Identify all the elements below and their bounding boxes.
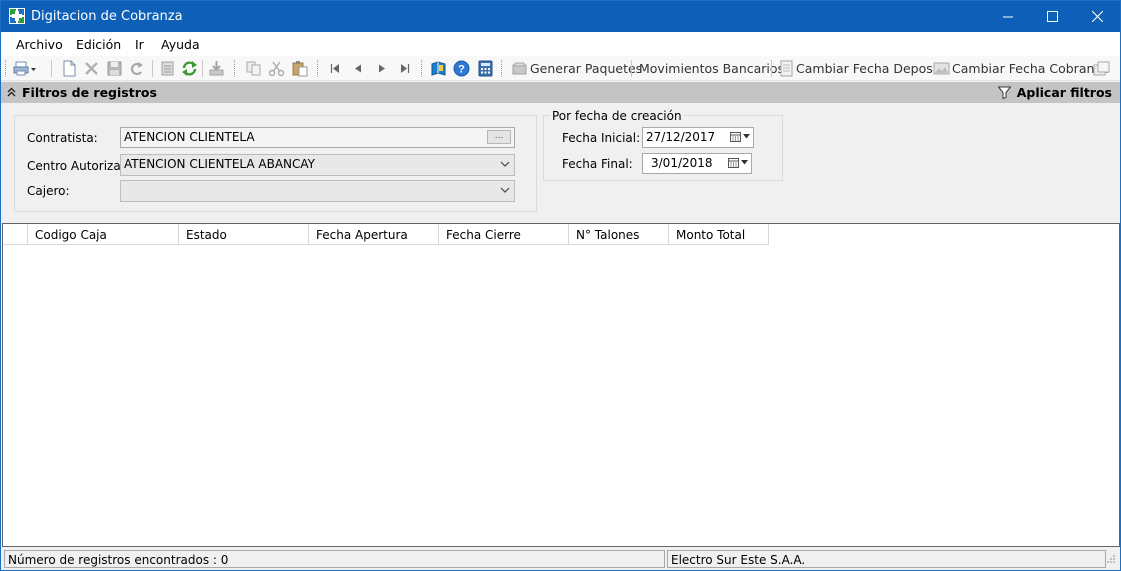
dropdown-arrow-icon — [741, 160, 748, 165]
image-icon — [933, 62, 950, 75]
fecha-inicial-picker[interactable]: 27/12/2017 — [642, 127, 754, 148]
copy-icon[interactable] — [245, 60, 262, 77]
menu-ayuda[interactable]: Ayuda — [161, 37, 200, 52]
print-icon[interactable] — [13, 60, 37, 77]
toolbar-grip-4[interactable] — [421, 60, 424, 77]
window-icon[interactable] — [1093, 60, 1110, 77]
maximize-button[interactable] — [1029, 1, 1075, 32]
centro-autorizado-value: ATENCION CLIENTELA ABANCAY — [124, 157, 315, 171]
fecha-inicial-dropdown[interactable] — [730, 131, 750, 142]
delete-icon[interactable] — [83, 60, 100, 77]
contratista-value: ATENCION CLIENTELA — [124, 130, 255, 144]
column-header-codigo-caja[interactable]: Codigo Caja — [28, 224, 179, 245]
toolbar: ? Generar Paquetes Movimientos Bancarios… — [1, 56, 1120, 81]
column-header-fecha-apertura[interactable]: Fecha Apertura — [309, 224, 439, 245]
close-icon — [1091, 11, 1103, 22]
contratista-label: Contratista: — [27, 131, 98, 145]
cajero-select[interactable] — [120, 180, 515, 202]
svg-text:?: ? — [458, 64, 465, 76]
dropdown-arrow-icon — [743, 134, 750, 139]
fecha-inicial-value: 27/12/2017 — [646, 130, 716, 144]
report-icon[interactable] — [159, 60, 176, 77]
filter-header[interactable]: Filtros de registros Aplicar filtros — [1, 82, 1120, 103]
generar-paquetes-button[interactable]: Generar Paquetes — [530, 61, 642, 76]
undo-icon[interactable] — [128, 60, 145, 77]
date-group-title: Por fecha de creación — [550, 109, 684, 123]
collapse-chevron-icon[interactable] — [7, 87, 16, 97]
fecha-final-picker[interactable]: 3/01/2018 — [642, 153, 752, 174]
minimize-icon — [1002, 16, 1013, 18]
maximize-icon — [1046, 11, 1058, 22]
status-company: Electro Sur Este S.A.A. — [667, 550, 1106, 568]
toolbar-grip[interactable] — [5, 60, 8, 77]
book-icon[interactable] — [430, 60, 447, 77]
apply-filters-button[interactable]: Aplicar filtros — [997, 85, 1112, 100]
row-selector-header[interactable] — [3, 224, 28, 245]
new-document-icon[interactable] — [61, 60, 78, 77]
save-icon[interactable] — [106, 60, 123, 77]
toolbar-grip-2[interactable] — [234, 60, 237, 77]
column-header-fecha-cierre[interactable]: Fecha Cierre — [439, 224, 569, 245]
menu-archivo[interactable]: Archivo — [16, 37, 63, 52]
next-record-icon[interactable] — [373, 60, 390, 77]
title-bar: Digitacion de Cobranza — [1, 1, 1120, 32]
filter-header-title: Filtros de registros — [22, 85, 157, 100]
close-button[interactable] — [1074, 1, 1120, 32]
toolbar-grip-5[interactable] — [501, 60, 504, 77]
apply-filters-label: Aplicar filtros — [1016, 85, 1112, 100]
toolbar-grip-3[interactable] — [317, 60, 320, 77]
help-icon[interactable]: ? — [453, 60, 470, 77]
document-icon — [780, 60, 793, 77]
packages-icon — [512, 62, 527, 75]
last-record-icon[interactable] — [396, 60, 413, 77]
cut-icon[interactable] — [268, 60, 285, 77]
menu-ir[interactable]: Ir — [135, 37, 144, 52]
data-grid[interactable]: Codigo Caja Estado Fecha Apertura Fecha … — [2, 223, 1120, 547]
window-title: Digitacion de Cobranza — [31, 9, 183, 24]
calendar-icon — [730, 132, 741, 142]
cambiar-fecha-deposito-button[interactable]: Cambiar Fecha Deposito — [796, 61, 949, 76]
fecha-final-value: 3/01/2018 — [651, 156, 713, 170]
fecha-inicial-label: Fecha Inicial: — [562, 131, 641, 145]
app-icon — [9, 8, 25, 24]
calendar-icon — [728, 158, 739, 168]
paste-icon[interactable] — [291, 60, 308, 77]
previous-record-icon[interactable] — [350, 60, 367, 77]
column-header-monto-total[interactable]: Monto Total — [669, 224, 769, 245]
column-header-talones[interactable]: N° Talones — [569, 224, 669, 245]
movimientos-bancarios-button[interactable]: Movimientos Bancarios — [639, 61, 784, 76]
resize-grip-icon[interactable] — [1106, 554, 1116, 564]
filter-icon — [997, 86, 1011, 99]
contratista-browse-button[interactable]: ... — [487, 130, 511, 144]
minimize-button[interactable] — [985, 1, 1031, 32]
export-icon[interactable] — [208, 60, 225, 77]
chevron-down-icon — [500, 161, 510, 167]
main-window: Digitacion de Cobranza Archivo Edición I… — [0, 0, 1121, 571]
column-header-estado[interactable]: Estado — [179, 224, 309, 245]
status-bar: Número de registros encontrados : 0 Elec… — [1, 548, 1120, 570]
filter-panel: Contratista: ATENCION CLIENTELA ... Cent… — [1, 103, 1120, 223]
fecha-final-dropdown[interactable] — [728, 157, 748, 168]
chevron-down-icon — [500, 187, 510, 193]
cambiar-fecha-cobranza-button[interactable]: Cambiar Fecha Cobranza — [952, 61, 1109, 76]
contratista-field[interactable]: ATENCION CLIENTELA ... — [120, 127, 515, 148]
centro-autorizado-select[interactable]: ATENCION CLIENTELA ABANCAY — [120, 154, 515, 176]
refresh-icon[interactable] — [181, 60, 198, 77]
cajero-label: Cajero: — [27, 184, 70, 198]
status-records-count: Número de registros encontrados : 0 — [4, 550, 665, 568]
menu-bar: Archivo Edición Ir Ayuda — [1, 32, 1120, 56]
menu-edicion[interactable]: Edición — [76, 37, 121, 52]
fecha-final-label: Fecha Final: — [562, 157, 633, 171]
first-record-icon[interactable] — [327, 60, 344, 77]
calculator-icon[interactable] — [477, 60, 494, 77]
